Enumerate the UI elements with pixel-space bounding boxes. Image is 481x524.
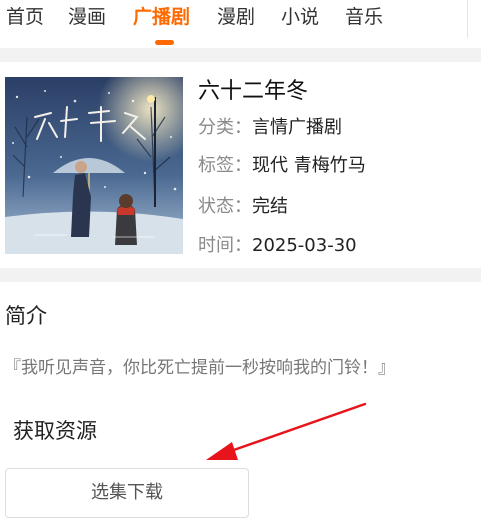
category-value: 言情广播剧: [252, 117, 342, 138]
cover-artwork: [5, 77, 183, 254]
intro-heading: 简介: [5, 304, 47, 328]
tab-audio-drama[interactable]: 广播剧: [133, 4, 190, 30]
section-gap: [0, 48, 481, 62]
intro-text: 『我听见声音，你比死亡提前一秒按响我的门铃！』: [4, 358, 395, 378]
category-row: 分类：言情广播剧: [198, 116, 342, 140]
drama-info-card: 六十二年冬 分类：言情广播剧 标签：现代 青梅竹马 状态：完结 时间：2025-…: [0, 62, 481, 268]
status-value: 完结: [252, 196, 288, 217]
active-tab-indicator: [155, 40, 174, 45]
tab-comic-drama[interactable]: 漫剧: [217, 4, 255, 30]
tab-bar-divider: [467, 0, 468, 38]
status-label: 状态：: [198, 196, 252, 217]
tab-novels[interactable]: 小说: [281, 4, 319, 30]
tab-music[interactable]: 音乐: [345, 4, 383, 30]
tags-value: 现代 青梅竹马: [252, 155, 366, 176]
tab-home[interactable]: 首页: [6, 4, 44, 30]
date-label: 时间：: [198, 235, 252, 256]
section-gap: [0, 268, 481, 282]
tab-comics[interactable]: 漫画: [68, 4, 106, 30]
category-label: 分类：: [198, 117, 252, 138]
top-tab-bar: 首页 漫画 广播剧 漫剧 小说 音乐: [0, 0, 481, 48]
status-row: 状态：完结: [198, 195, 288, 219]
episode-download-button[interactable]: 选集下载: [5, 468, 249, 518]
tags-label: 标签：: [198, 155, 252, 176]
date-value: 2025-03-30: [252, 235, 357, 256]
tags-row: 标签：现代 青梅竹马: [198, 154, 366, 178]
drama-title: 六十二年冬: [198, 79, 309, 104]
cover-image[interactable]: [5, 77, 183, 254]
resources-heading: 获取资源: [13, 419, 97, 443]
date-row: 时间：2025-03-30: [198, 234, 357, 258]
